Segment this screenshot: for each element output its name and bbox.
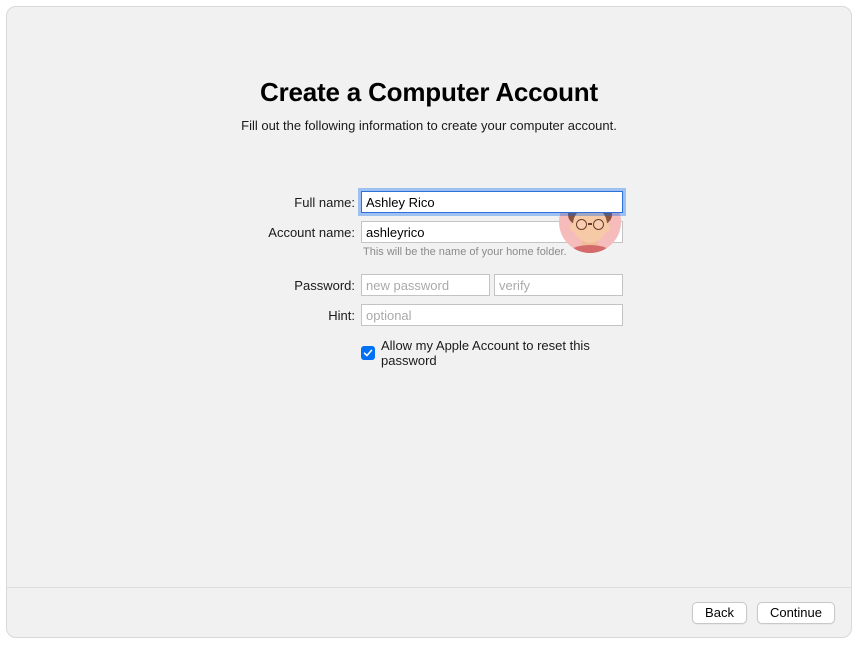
full-name-input[interactable] [361, 191, 623, 213]
continue-button[interactable]: Continue [757, 602, 835, 624]
account-name-label: Account name: [235, 221, 355, 240]
form-area: Full name: Account name: This will be th… [7, 191, 851, 368]
page-title: Create a Computer Account [7, 77, 851, 108]
page-subtitle: Fill out the following information to cr… [7, 118, 851, 133]
hint-label: Hint: [235, 304, 355, 323]
hint-input[interactable] [361, 304, 623, 326]
content-area: Create a Computer Account Fill out the f… [7, 7, 851, 368]
password-verify-input[interactable] [494, 274, 623, 296]
check-icon [363, 348, 373, 358]
password-label: Password: [235, 274, 355, 293]
back-button[interactable]: Back [692, 602, 747, 624]
allow-reset-label: Allow my Apple Account to reset this pas… [381, 338, 623, 368]
footer-bar: Back Continue [7, 587, 851, 637]
setup-window: Create a Computer Account Fill out the f… [6, 6, 852, 638]
password-new-input[interactable] [361, 274, 490, 296]
allow-reset-checkbox[interactable] [361, 346, 375, 360]
full-name-label: Full name: [235, 191, 355, 210]
